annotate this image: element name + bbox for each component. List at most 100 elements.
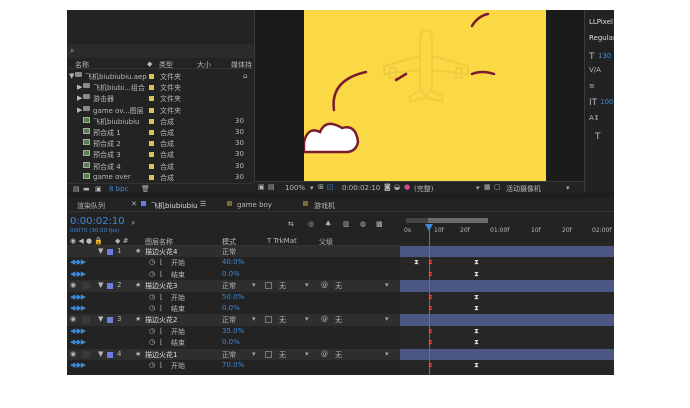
trkmat-select[interactable]: 无	[279, 315, 286, 325]
col-name[interactable]: 名称	[75, 60, 89, 70]
project-item[interactable]: 预合成 4 合成 30	[67, 161, 254, 172]
font-style[interactable]: Regular	[589, 34, 614, 42]
expand-arrow-icon[interactable]: ▼	[98, 315, 103, 323]
keyframe-nav-icon[interactable]: ◀◆▶	[70, 293, 86, 301]
graph-icon[interactable]: ⌊	[160, 258, 163, 266]
property-value[interactable]: 0.0%	[222, 338, 240, 346]
property-value[interactable]: 70.0%	[222, 361, 244, 369]
keyframe-nav-icon[interactable]: ◀◆▶	[70, 258, 86, 266]
layer-row[interactable]: ▼ 1 ★ 描边火花4 正常	[67, 246, 400, 258]
current-time[interactable]: 0:00:02:10	[342, 184, 380, 192]
mask-icon[interactable]: ◰	[327, 183, 334, 191]
region-icon[interactable]: ▤	[268, 183, 275, 191]
pickwhip-icon[interactable]: @	[321, 315, 328, 323]
composition-canvas[interactable]	[302, 10, 546, 181]
project-item[interactable]: 预合成 2 合成 30	[67, 138, 254, 149]
keyframe-nav-icon[interactable]: ◀◆▶	[70, 327, 86, 335]
expand-arrow-icon[interactable]: ▼	[98, 281, 103, 289]
solo-box[interactable]	[82, 282, 90, 290]
stopwatch-icon[interactable]: ◷	[149, 361, 155, 369]
resolution-select[interactable]: (完整)	[414, 184, 433, 194]
new-comp-icon[interactable]: ▣	[95, 185, 102, 193]
transparency-grid-icon[interactable]: ▦	[484, 183, 491, 191]
font-family[interactable]: LLPixel	[589, 18, 613, 26]
expand-arrow-icon[interactable]: ▼	[98, 350, 103, 358]
eye-icon[interactable]: ◉	[70, 315, 76, 323]
project-item[interactable]: game over 合成 30	[67, 172, 254, 183]
keyframe-icon[interactable]: ⧗	[414, 257, 419, 268]
new-folder-icon[interactable]: ▬	[83, 185, 90, 193]
keyframe-icon[interactable]: ⧗	[474, 269, 479, 280]
roi-icon[interactable]: ▢	[494, 183, 501, 191]
frame-blending-icon[interactable]: ▥	[343, 220, 350, 228]
keyframe-icon[interactable]: ⧗	[474, 360, 479, 371]
blend-mode[interactable]: 正常	[222, 315, 236, 325]
stopwatch-icon[interactable]: ◷	[149, 304, 155, 312]
property-value[interactable]: 40.0%	[222, 258, 244, 266]
col-size[interactable]: 大小	[197, 60, 211, 70]
property-value[interactable]: 50.0%	[222, 293, 244, 301]
preserve-transparency-checkbox[interactable]	[265, 282, 272, 290]
camera-select[interactable]: 活动摄像机	[506, 184, 541, 194]
tab-game-boy[interactable]: game boy	[237, 201, 272, 209]
always-preview-icon[interactable]: ▣	[258, 183, 265, 191]
solo-box[interactable]	[82, 350, 90, 358]
project-item[interactable]: ▶ 飞机biubi...组合 文件夹	[67, 82, 254, 93]
eye-icon[interactable]: ◉	[70, 281, 76, 289]
keyframe-icon[interactable]: ⧗	[474, 326, 479, 337]
search-icon[interactable]: ⌕	[131, 218, 135, 228]
blend-mode[interactable]: 正常	[222, 247, 236, 257]
pickwhip-icon[interactable]: @	[321, 350, 328, 358]
layer-row[interactable]: ◉ ▼ 3 ★ 描边火花2 正常 ▾ 无 ▾ @ 无 ▾	[67, 314, 400, 326]
font-size-value[interactable]: 130	[598, 52, 611, 60]
keyframe-nav-icon[interactable]: ◀◆▶	[70, 338, 86, 346]
layer-name[interactable]: 描边火花1	[145, 350, 177, 360]
property-value[interactable]: 0.0%	[222, 304, 240, 312]
graph-icon[interactable]: ⌊	[160, 293, 163, 301]
close-icon[interactable]: ✕	[131, 200, 137, 208]
playhead-handle[interactable]	[425, 224, 433, 231]
keyframe-icon[interactable]: ⧗	[474, 337, 479, 348]
project-item[interactable]: 预合成 1 合成 30	[67, 127, 254, 138]
snapshot-icon[interactable]: ◙	[384, 183, 391, 191]
draft-3d-icon[interactable]: ◎	[308, 220, 314, 228]
graph-icon[interactable]: ⌊	[160, 304, 163, 312]
tab-game-machine[interactable]: 游戏机	[314, 201, 335, 211]
stopwatch-icon[interactable]: ◷	[149, 327, 155, 335]
parent-select[interactable]: 无	[335, 350, 342, 360]
graph-icon[interactable]: ⌊	[160, 327, 163, 335]
layer-name[interactable]: 描边火花4	[145, 247, 177, 257]
stopwatch-icon[interactable]: ◷	[149, 258, 155, 266]
leading-value[interactable]: 100	[600, 98, 613, 106]
parent-select[interactable]: 无	[335, 281, 342, 291]
preserve-transparency-checkbox[interactable]	[265, 316, 272, 324]
project-item[interactable]: 飞机biubiubiu 合成 30	[67, 116, 254, 127]
stopwatch-icon[interactable]: ◷	[149, 338, 155, 346]
layer-row[interactable]: ◉ ▼ 4 ★ 描边火花1 正常 ▾ 无 ▾ @ 无 ▾	[67, 348, 400, 360]
keyframe-nav-icon[interactable]: ◀◆▶	[70, 270, 86, 278]
graph-icon[interactable]: ⌊	[160, 270, 163, 278]
expand-arrow-icon[interactable]: ▼	[98, 247, 103, 255]
timeline-current-time[interactable]: 0:00:02:10	[70, 216, 125, 227]
faux-bold-icon[interactable]: T	[595, 132, 601, 142]
graph-icon[interactable]: ⌊	[160, 361, 163, 369]
solo-box[interactable]	[82, 316, 90, 324]
pickwhip-icon[interactable]: @	[321, 281, 328, 289]
stopwatch-icon[interactable]: ◷	[149, 270, 155, 278]
show-snapshot-icon[interactable]: ◒	[394, 183, 400, 191]
project-item[interactable]: 预合成 3 合成 30	[67, 149, 254, 160]
project-item[interactable]: ▶ game ov...图层 文件夹	[67, 105, 254, 116]
parent-select[interactable]: 无	[335, 315, 342, 325]
keyframe-icon[interactable]: ⧗	[474, 257, 479, 268]
keyframe-nav-icon[interactable]: ◀◆▶	[70, 304, 86, 312]
channel-icon[interactable]: ●	[404, 183, 410, 191]
project-item[interactable]: ▼ 飞机biubiubiu.aep 文件夹 ⌂	[67, 71, 254, 82]
preserve-transparency-checkbox[interactable]	[265, 350, 272, 358]
trkmat-select[interactable]: 无	[279, 281, 286, 291]
menu-icon[interactable]: ☰	[200, 200, 206, 208]
keyframe-icon[interactable]: ⧗	[474, 303, 479, 314]
graph-icon[interactable]: ⌊	[160, 338, 163, 346]
project-search-bar[interactable]: ⌕	[67, 44, 254, 58]
blend-mode[interactable]: 正常	[222, 281, 236, 291]
shy-icon[interactable]: ♣	[325, 220, 331, 228]
